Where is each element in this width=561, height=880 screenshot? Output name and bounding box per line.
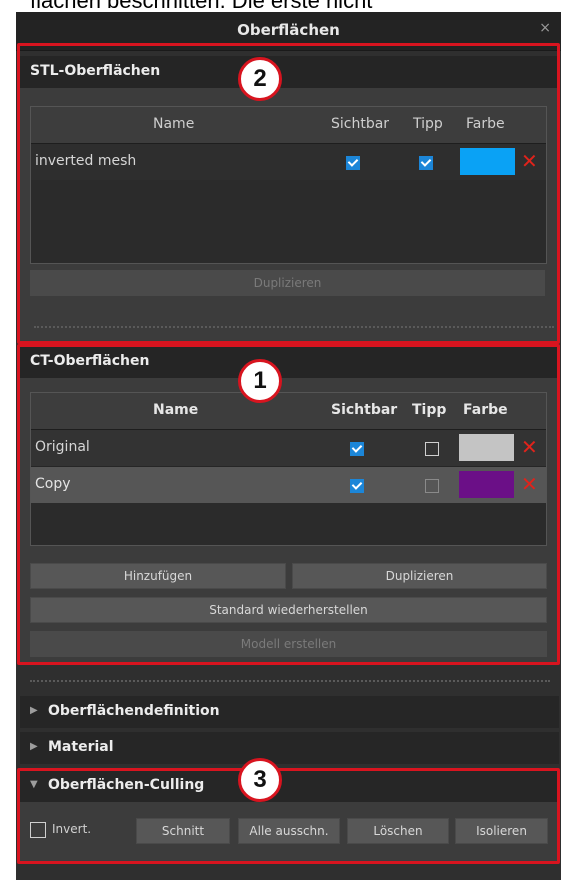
accordion-label: Oberflächendefinition [48,703,220,719]
panel-title: Oberflächen [237,21,340,39]
highlight-frame-culling [17,768,560,864]
chevron-right-icon: ▶ [30,741,38,752]
accordion-material[interactable]: ▶ Material [20,732,559,764]
highlight-frame-ct [17,344,560,665]
splitter-handle[interactable] [30,680,550,682]
accordion-surface-definition[interactable]: ▶ Oberflächendefinition [20,696,559,728]
callout-badge-2: 2 [238,57,282,101]
callout-badge-1: 1 [238,359,282,403]
chevron-right-icon: ▶ [30,705,38,716]
accordion-label: Material [48,739,114,755]
close-icon[interactable]: × [539,20,551,36]
callout-badge-3: 3 [238,758,282,802]
highlight-frame-stl [17,43,560,344]
cropped-caption: flächen beschnitten. Die erste nicht [0,0,561,12]
